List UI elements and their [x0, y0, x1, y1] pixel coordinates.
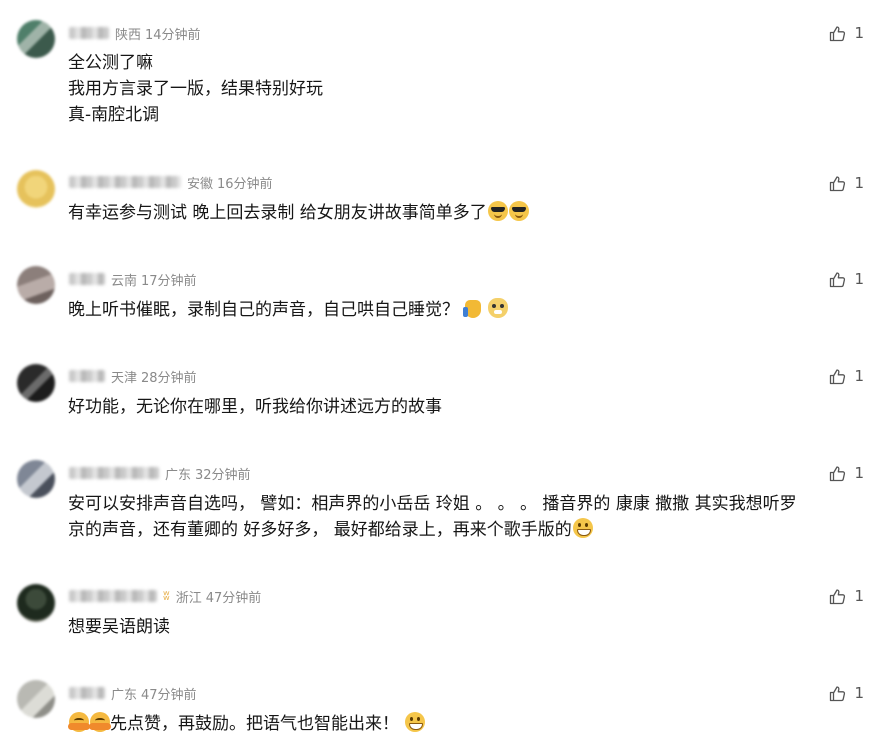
username-redacted[interactable] [69, 176, 181, 188]
like-count: 1 [854, 24, 864, 42]
comment-line: 真-南腔北调 [68, 105, 160, 125]
region-label: 广东 [111, 687, 138, 703]
thumbs-up-icon [830, 25, 846, 41]
doge-emoji [487, 298, 508, 318]
avatar[interactable] [17, 584, 55, 622]
avatar[interactable] [17, 20, 55, 58]
timestamp: 16分钟前 [217, 176, 273, 192]
comment-line: 京的声音，还有董卿的 好多好多， 最好都给录上，再来个歌手版的 [68, 520, 572, 540]
avatar[interactable] [17, 364, 55, 402]
comment-meta: 广东 32分钟前 [69, 463, 251, 483]
comment-text: 全公测了嘛 我用方言录了一版，结果特别好玩 真-南腔北调 [68, 50, 323, 128]
grin-emoji [405, 712, 426, 732]
comment-line: 先点赞，再鼓励。把语气也智能出来！ [110, 714, 399, 734]
username-redacted[interactable] [69, 590, 157, 602]
region-label: 陕西 [115, 27, 142, 43]
like-count: 1 [854, 367, 864, 385]
like-button[interactable]: 1 [829, 683, 864, 703]
username-redacted[interactable] [69, 273, 105, 285]
comment-meta: 安徽 16分钟前 [69, 172, 273, 192]
hug-emoji [68, 712, 90, 732]
like-count: 1 [854, 464, 864, 482]
thumbs-up-icon [830, 588, 846, 604]
comment-line: 全公测了嘛 [68, 53, 153, 73]
region-label: 浙江 [175, 590, 202, 606]
comment-meta: 广东 47分钟前 [69, 683, 197, 703]
timestamp: 32分钟前 [195, 467, 251, 483]
username-redacted[interactable] [69, 370, 105, 382]
comment-line: 有幸运参与测试 晚上回去录制 给女朋友讲故事简单多了 [68, 203, 487, 223]
comment-text: 晚上听书催眠，录制自己的声音，自己哄自己睡觉？ [68, 297, 508, 323]
region-label: 广东 [165, 467, 192, 483]
avatar[interactable] [17, 170, 55, 208]
cool-face-emoji [508, 201, 529, 221]
like-button[interactable]: 1 [829, 269, 864, 289]
grin-emoji [572, 518, 593, 538]
member-badge-icon: ʬ [163, 588, 170, 604]
like-count: 1 [854, 587, 864, 605]
comment-text: 想要吴语朗读 [68, 614, 170, 640]
comment-meta: 陕西 14分钟前 [69, 23, 201, 43]
timestamp: 17分钟前 [141, 273, 197, 289]
comment-line: 晚上听书催眠，录制自己的声音，自己哄自己睡觉？ [68, 300, 459, 320]
comment-text: 好功能，无论你在哪里，听我给你讲述远方的故事 [68, 394, 442, 420]
comment-text: 安可以安排声音自选吗， 譬如：相声界的小岳岳 玲姐 。 。 。 播音界的 康康 … [68, 491, 797, 543]
thumbs-up-icon [830, 271, 846, 287]
like-button[interactable]: 1 [829, 463, 864, 483]
like-button[interactable]: 1 [829, 173, 864, 193]
region-label: 云南 [111, 273, 138, 289]
thumbs-up-icon [830, 175, 846, 191]
comment-line: 好功能，无论你在哪里，听我给你讲述远方的故事 [68, 397, 442, 417]
thumbs-up-icon [830, 368, 846, 384]
comment-line: 我用方言录了一版，结果特别好玩 [68, 79, 323, 99]
thumbs-up-icon [830, 685, 846, 701]
comment-line: 想要吴语朗读 [68, 617, 170, 637]
username-redacted[interactable] [69, 27, 109, 39]
like-count: 1 [854, 684, 864, 702]
comment-line: 安可以安排声音自选吗， 譬如：相声界的小岳岳 玲姐 。 。 。 播音界的 康康 … [68, 494, 797, 514]
avatar[interactable] [17, 460, 55, 498]
like-button[interactable]: 1 [829, 23, 864, 43]
thumbs-up-emoji [463, 300, 482, 318]
comment-meta: ʬ 浙江 47分钟前 [69, 586, 261, 606]
thumbs-up-icon [830, 465, 846, 481]
comment-text: 有幸运参与测试 晚上回去录制 给女朋友讲故事简单多了 [68, 200, 529, 226]
region-label: 天津 [111, 370, 138, 386]
like-button[interactable]: 1 [829, 586, 864, 606]
timestamp: 14分钟前 [145, 27, 201, 43]
like-button[interactable]: 1 [829, 366, 864, 386]
avatar[interactable] [17, 266, 55, 304]
username-redacted[interactable] [69, 687, 105, 699]
hug-emoji [89, 712, 111, 732]
timestamp: 47分钟前 [141, 687, 197, 703]
comment-meta: 天津 28分钟前 [69, 366, 197, 386]
timestamp: 47分钟前 [205, 590, 262, 606]
region-label: 安徽 [187, 176, 214, 192]
username-redacted[interactable] [69, 467, 159, 479]
avatar[interactable] [17, 680, 55, 718]
cool-face-emoji [487, 201, 508, 221]
like-count: 1 [854, 270, 864, 288]
timestamp: 28分钟前 [141, 370, 197, 386]
like-count: 1 [854, 174, 864, 192]
comment-meta: 云南 17分钟前 [69, 269, 197, 289]
comment-text: 先点赞，再鼓励。把语气也智能出来！ [68, 711, 426, 737]
